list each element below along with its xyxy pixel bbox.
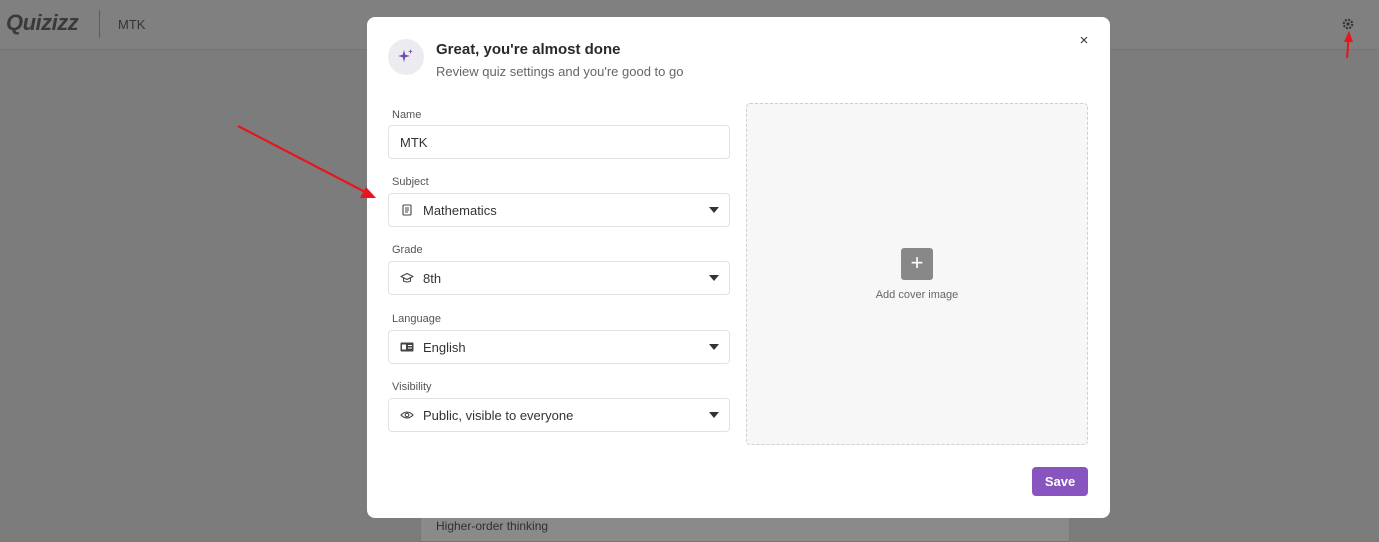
name-input[interactable] (389, 126, 729, 158)
quiz-settings-modal: × Great, you're almost done Review quiz … (367, 17, 1110, 518)
grade-label: Grade (392, 244, 423, 256)
plus-icon[interactable]: + (901, 248, 933, 280)
cover-image-label: Add cover image (875, 289, 959, 301)
doc-title[interactable]: MTK (118, 17, 145, 32)
eye-icon (399, 407, 415, 423)
book-icon (399, 202, 415, 218)
grade-value: 8th (423, 270, 442, 286)
name-field-container (388, 125, 730, 159)
language-select[interactable]: English (388, 330, 730, 364)
language-value: English (423, 339, 466, 355)
modal-title: Great, you're almost done (436, 41, 621, 58)
annotation-arrow-subject (237, 125, 368, 194)
graduation-cap-icon (399, 270, 415, 286)
cover-image-dropzone[interactable]: + Add cover image (746, 103, 1088, 445)
language-card-icon (399, 339, 415, 355)
logo-divider (99, 10, 100, 38)
visibility-value: Public, visible to everyone (423, 407, 574, 423)
visibility-label: Visibility (392, 381, 432, 393)
subject-select[interactable]: Mathematics (388, 193, 730, 227)
close-button[interactable]: × (1074, 30, 1094, 50)
subject-value: Mathematics (423, 202, 497, 218)
settings-gear-icon[interactable] (1341, 17, 1355, 31)
app-logo[interactable]: Quizizz (6, 10, 79, 36)
name-label: Name (392, 109, 422, 121)
background-question-text: Higher-order thinking (436, 519, 549, 533)
chevron-down-icon (709, 275, 719, 281)
chevron-down-icon (709, 344, 719, 350)
grade-select[interactable]: 8th (388, 261, 730, 295)
sparkle-icon (388, 39, 424, 75)
chevron-down-icon (709, 412, 719, 418)
save-button[interactable]: Save (1032, 467, 1088, 496)
language-label: Language (392, 313, 441, 325)
modal-subtitle: Review quiz settings and you're good to … (436, 64, 684, 79)
chevron-down-icon (709, 207, 719, 213)
visibility-select[interactable]: Public, visible to everyone (388, 398, 730, 432)
subject-label: Subject (392, 176, 429, 188)
